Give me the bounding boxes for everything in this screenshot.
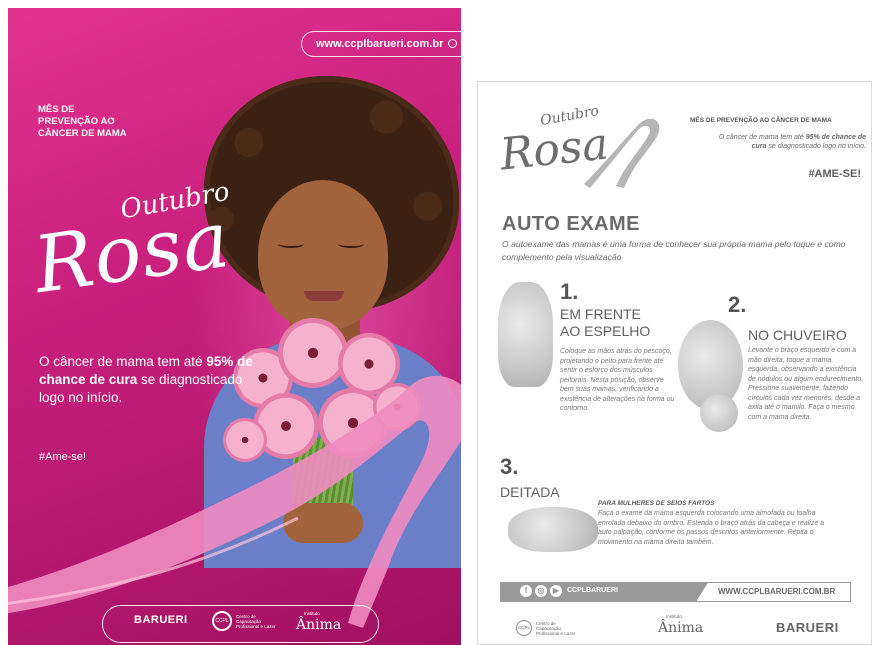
month-heading: MÊS DE PREVENÇÃO AO CÂNCER DE MAMA [690,117,832,124]
right-eye [338,240,364,248]
search-icon [448,39,458,48]
page-title: AUTO EXAME [502,213,640,235]
ccpl-logo-mark: CCPL [212,611,232,631]
cure-message-pre: O câncer de mama tem até [718,134,806,141]
ccpl-logo-mark: CCPL [516,620,532,636]
ccpl-logo: CCPL Centro de Capacitação Profissional … [212,611,280,631]
step-1-text: Coloque as mãos atrás do pescoço, projet… [560,348,675,412]
step-1-title-line-1: EM FRENTE [560,306,641,322]
ccpl-logo: CCPL Centro de Capacitação Profissional … [516,620,576,636]
facebook-icon[interactable]: f [520,585,532,597]
anima-logo-name: Ânima [658,620,704,636]
ccpl-logo-text: Centro de Capacitação Profissional e Laz… [536,620,576,636]
left-eye [278,240,304,248]
intro-text: O autoexame das mamas é uma forma de con… [502,239,846,262]
month-heading: MÊS DE PREVENÇÃO AO CÂNCER DE MAMA [38,104,127,140]
anima-logo-small: Instituto [304,611,320,616]
hashtag: #Ame-se! [39,451,87,463]
step-2-text: Levante o braço esquerdo e com a mão dir… [748,347,864,421]
step-3-number: 3. [500,454,519,479]
ccpl-logo-text: Centro de Capacitação Profissional e Laz… [236,613,276,629]
step-1-number: 1. [560,279,579,304]
step-3-title: DEITADA [500,484,560,500]
anima-logo: Instituto Ânima [296,611,341,634]
cure-message-pre: O câncer de mama tem até [39,354,207,369]
mirror-exam-illustration [498,282,553,387]
cure-message: O câncer de mama tem até 95% de chance d… [39,353,254,407]
anima-logo-small: Instituto [666,614,682,619]
cure-message: O câncer de mama tem até 95% de chance d… [718,133,866,151]
hashtag: #AME-SE! [808,168,861,180]
website-link[interactable]: WWW.CCPLBARUERI.COM.BR [718,587,835,596]
woman-mouth [304,291,344,301]
anima-logo-name: Ânima [296,617,342,633]
barueri-logo: BARUERI [134,614,188,626]
self-exam-flyer: Outubro Rosa MÊS DE PREVENÇÃO AO CÂNCER … [477,81,872,645]
social-handle[interactable]: CCPLBARUERI [567,587,618,594]
step-2-number: 2. [728,292,747,317]
instagram-icon[interactable]: ◎ [535,585,547,597]
campaign-poster: www.ccplbarueri.com.br MÊS DE PREVENÇÃO … [8,8,461,645]
url-pill[interactable]: www.ccplbarueri.com.br [301,31,461,57]
bubbles-illustration [700,394,738,432]
social-icons: f ◎ ▶ [520,585,562,597]
step-2-title: NO CHUVEIRO [748,327,847,343]
pink-ribbon-icon [8,375,461,628]
anima-logo: Instituto Ânima [658,614,703,637]
month-line-2: PREVENÇÃO AO [38,116,115,127]
url-text: www.ccplbarueri.com.br [316,38,444,50]
youtube-icon[interactable]: ▶ [550,585,562,597]
lying-exam-illustration [508,507,598,552]
step-1-title: EM FRENTE AO ESPELHO [560,306,650,340]
tip-text: Faça o exame da mama esquerda colocando … [598,510,825,546]
month-line-3: CÂNCER DE MAMA [38,128,127,139]
step-1-title-line-2: AO ESPELHO [560,323,651,339]
barueri-logo: BARUERI [776,620,839,635]
month-line-1: MÊS DE [38,104,75,115]
tip-heading: PARA MULHERES DE SEIOS FARTOS [598,500,715,507]
cure-message-post: se diagnosticado logo no início. [766,143,866,150]
